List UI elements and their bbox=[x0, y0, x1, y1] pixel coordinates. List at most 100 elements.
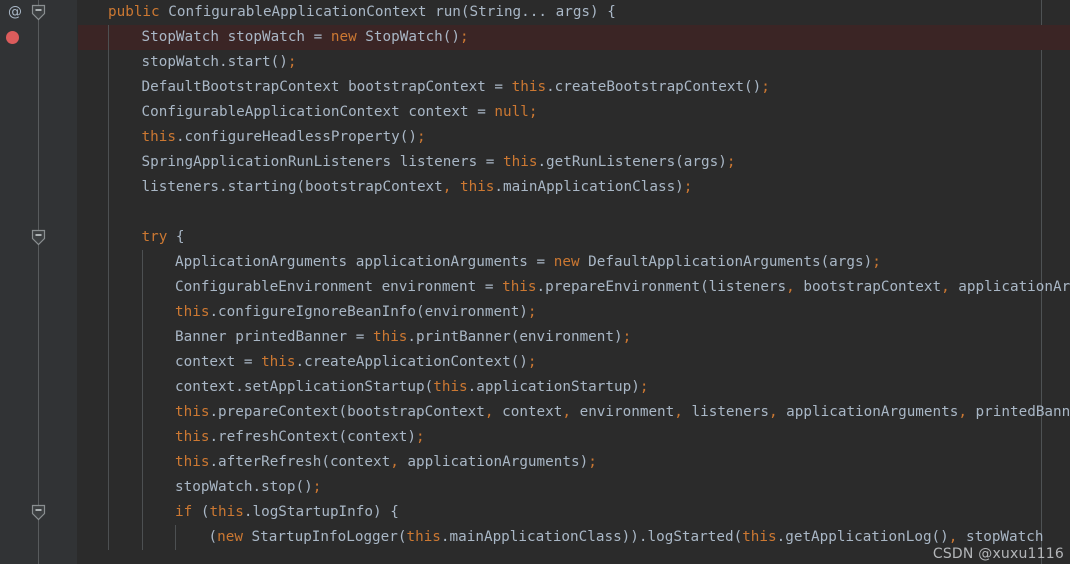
code-token: this bbox=[209, 504, 244, 520]
code-token: .createBootstrapContext() bbox=[546, 79, 762, 95]
code-token: printedBanner) bbox=[975, 404, 1070, 420]
code-token: ; bbox=[312, 479, 322, 495]
code-token: this bbox=[511, 79, 547, 95]
breakpoint-dot-icon[interactable] bbox=[6, 31, 19, 44]
code-line[interactable]: ApplicationArguments applicationArgument… bbox=[78, 250, 1070, 275]
code-token: ; bbox=[460, 29, 469, 45]
code-line[interactable]: StopWatch stopWatch = new StopWatch(); bbox=[0, 25, 1070, 50]
code-line-text: this.configureHeadlessProperty(); bbox=[78, 125, 1070, 150]
code-token: ; bbox=[287, 54, 297, 70]
code-token: , bbox=[768, 404, 778, 420]
code-token: this bbox=[459, 179, 495, 195]
code-token: this bbox=[261, 354, 296, 370]
code-token: this bbox=[141, 129, 176, 145]
code-line[interactable]: stopWatch.start(); bbox=[78, 50, 1070, 75]
code-token: , bbox=[786, 279, 795, 295]
code-text-area[interactable]: public ConfigurableApplicationContext ru… bbox=[0, 0, 1070, 564]
code-line[interactable]: Banner printedBanner = this.printBanner(… bbox=[78, 325, 1070, 350]
gutter-annotation-strip[interactable] bbox=[0, 0, 40, 564]
code-token: applicationArguments bbox=[777, 404, 959, 420]
code-fold-collapse-icon[interactable] bbox=[31, 504, 46, 521]
code-token: this bbox=[175, 404, 210, 420]
code-token: , bbox=[941, 279, 950, 295]
code-token: this bbox=[742, 529, 777, 545]
code-line[interactable]: listeners.starting(bootstrapContext, thi… bbox=[78, 175, 1070, 200]
code-token: ( bbox=[192, 504, 210, 520]
code-token: .applicationStartup) bbox=[467, 379, 640, 395]
code-line-text: stopWatch.start(); bbox=[78, 50, 1070, 75]
code-token: .configureHeadlessProperty() bbox=[175, 129, 417, 145]
code-line[interactable]: context.setApplicationStartup(this.appli… bbox=[78, 375, 1070, 400]
code-token: StopWatch stopWatch = bbox=[141, 29, 331, 45]
code-token: this bbox=[175, 429, 210, 445]
code-token: ConfigurableApplicationContext run(Strin… bbox=[159, 4, 616, 20]
code-line[interactable] bbox=[78, 200, 1070, 225]
code-token: stopWatch.stop() bbox=[175, 479, 313, 495]
code-line-text: StopWatch stopWatch = new StopWatch(); bbox=[78, 25, 1070, 50]
code-line[interactable]: this.prepareContext(bootstrapContext, co… bbox=[78, 400, 1070, 425]
code-token: .refreshContext(context) bbox=[209, 429, 417, 445]
code-token: this bbox=[175, 454, 210, 470]
code-token: .afterRefresh(context bbox=[209, 454, 391, 470]
code-line-text: (new StartupInfoLogger(this.mainApplicat… bbox=[78, 525, 1070, 550]
code-token: ConfigurableEnvironment environment = bbox=[175, 279, 503, 295]
code-line-text: listeners.starting(bootstrapContext, thi… bbox=[78, 175, 1070, 200]
code-token: new bbox=[330, 29, 357, 45]
code-line[interactable]: try { bbox=[78, 225, 1070, 250]
code-token: , bbox=[562, 404, 571, 420]
code-line[interactable]: ConfigurableEnvironment environment = th… bbox=[78, 275, 1070, 300]
code-token: ; bbox=[588, 454, 597, 470]
code-token: applicationArguments) bbox=[398, 454, 589, 470]
code-line[interactable]: this.refreshContext(context); bbox=[78, 425, 1070, 450]
code-line-text: try { bbox=[78, 225, 1070, 250]
code-token: ( bbox=[208, 529, 218, 545]
code-token: environment bbox=[570, 404, 675, 420]
code-line[interactable]: DefaultBootstrapContext bootstrapContext… bbox=[78, 75, 1070, 100]
gutter-edge-divider bbox=[77, 0, 78, 564]
code-token: if bbox=[175, 504, 193, 520]
code-line-text: this.prepareContext(bootstrapContext, co… bbox=[78, 400, 1070, 425]
code-line-text: DefaultBootstrapContext bootstrapContext… bbox=[78, 75, 1070, 100]
code-token: , bbox=[958, 404, 967, 420]
code-line[interactable]: this.afterRefresh(context, applicationAr… bbox=[78, 450, 1070, 475]
code-line[interactable]: this.configureHeadlessProperty(); bbox=[78, 125, 1070, 150]
code-token: { bbox=[167, 229, 185, 245]
code-line-text: Banner printedBanner = this.printBanner(… bbox=[78, 325, 1070, 350]
code-line[interactable]: if (this.logStartupInfo) { bbox=[78, 500, 1070, 525]
code-fold-collapse-icon[interactable] bbox=[31, 4, 46, 21]
code-token: .getRunListeners(args) bbox=[537, 154, 727, 170]
code-token: ; bbox=[527, 304, 537, 320]
code-token: ; bbox=[528, 104, 538, 120]
code-token: this bbox=[406, 529, 441, 545]
code-token: ; bbox=[872, 254, 881, 270]
code-line-text: stopWatch.stop(); bbox=[78, 475, 1070, 500]
code-token: ApplicationArguments applicationArgument… bbox=[175, 254, 554, 270]
code-fold-collapse-icon[interactable] bbox=[31, 229, 46, 246]
code-line-text: this.afterRefresh(context, applicationAr… bbox=[78, 450, 1070, 475]
code-line[interactable]: public ConfigurableApplicationContext ru… bbox=[78, 0, 1070, 25]
editor-gutter[interactable]: @ bbox=[0, 0, 78, 564]
annotation-marker-icon[interactable]: @ bbox=[4, 0, 26, 25]
code-editor[interactable]: public ConfigurableApplicationContext ru… bbox=[0, 0, 1070, 564]
code-token: listeners.starting(bootstrapContext bbox=[141, 179, 443, 195]
code-line[interactable]: context = this.createApplicationContext(… bbox=[78, 350, 1070, 375]
code-token: .prepareEnvironment(listeners bbox=[536, 279, 787, 295]
code-token: , bbox=[674, 404, 683, 420]
code-line-text: ConfigurableEnvironment environment = th… bbox=[78, 275, 1070, 300]
code-line[interactable]: ConfigurableApplicationContext context =… bbox=[78, 100, 1070, 125]
code-line[interactable]: SpringApplicationRunListeners listeners … bbox=[78, 150, 1070, 175]
code-token: stopWatch bbox=[957, 529, 1044, 545]
code-token: this bbox=[433, 379, 468, 395]
code-token: DefaultBootstrapContext bootstrapContext… bbox=[141, 79, 512, 95]
code-line[interactable]: this.configureIgnoreBeanInfo(environment… bbox=[78, 300, 1070, 325]
code-token: ; bbox=[416, 429, 425, 445]
code-token: .mainApplicationClass) bbox=[494, 179, 684, 195]
code-token: this bbox=[372, 329, 408, 345]
code-line[interactable]: stopWatch.stop(); bbox=[78, 475, 1070, 500]
code-token: listeners bbox=[682, 404, 769, 420]
code-line[interactable]: (new StartupInfoLogger(this.mainApplicat… bbox=[78, 525, 1070, 550]
code-line-text: ConfigurableApplicationContext context =… bbox=[78, 100, 1070, 125]
code-line-text: SpringApplicationRunListeners listeners … bbox=[78, 150, 1070, 175]
code-token: new bbox=[217, 529, 243, 545]
code-line-text: context.setApplicationStartup(this.appli… bbox=[78, 375, 1070, 400]
